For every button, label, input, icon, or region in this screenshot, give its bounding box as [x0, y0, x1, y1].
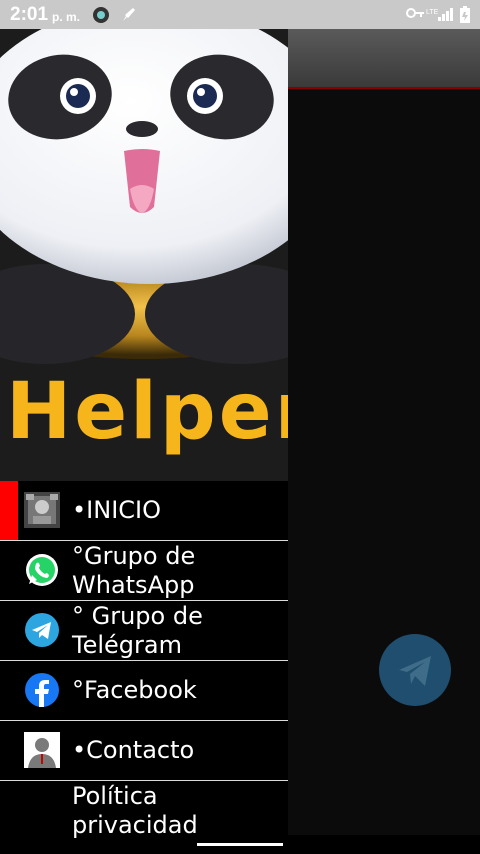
header-title: Helper	[6, 367, 288, 457]
telegram-fab[interactable]	[379, 634, 451, 706]
gesture-bar	[197, 843, 283, 846]
menu-item-label: ° Grupo de Telégram	[72, 602, 203, 659]
menu-item-politica[interactable]: Política privacidad	[0, 781, 288, 851]
svg-text:LTE: LTE	[426, 9, 439, 16]
menu-item-contacto[interactable]: •Contacto	[0, 721, 288, 781]
menu-item-label: °Facebook	[72, 676, 197, 704]
app-bottom-area	[288, 835, 480, 854]
menu-item-telegram[interactable]: ° Grupo de Telégram	[0, 601, 288, 661]
active-indicator	[0, 481, 18, 540]
drawer-header: Helper	[0, 29, 288, 481]
battery-icon	[460, 6, 470, 23]
menu-item-label: °Grupo de WhatsApp	[72, 542, 196, 599]
drawer-menu: •INICIO °Grupo de WhatsApp ° Grupo de Te…	[0, 481, 288, 851]
menu-item-inicio[interactable]: •INICIO	[0, 481, 288, 541]
menu-item-label: Política privacidad	[72, 782, 198, 839]
whatsapp-icon	[26, 554, 58, 586]
menu-item-facebook[interactable]: °Facebook	[0, 661, 288, 721]
status-bar: 2:01 p. m. LTE	[0, 0, 480, 29]
signal-icon: LTE	[426, 8, 453, 21]
menu-item-whatsapp[interactable]: °Grupo de WhatsApp	[0, 541, 288, 601]
app-toolbar	[288, 29, 480, 87]
send-icon	[399, 656, 431, 686]
rocket-icon	[123, 8, 135, 21]
facebook-icon	[25, 673, 59, 707]
home-thumbnail-icon	[24, 492, 60, 528]
menu-item-label: •INICIO	[72, 496, 161, 524]
telegram-icon	[25, 613, 59, 647]
app-content	[288, 89, 480, 835]
vpn-key-icon	[406, 8, 424, 18]
status-time: 2:01	[10, 4, 49, 25]
status-ampm: p. m.	[52, 10, 81, 24]
contact-avatar-icon	[24, 732, 60, 768]
notification-app-icon	[93, 7, 109, 23]
menu-item-label: •Contacto	[72, 736, 195, 764]
navigation-drawer: Helper •INICIO °Grupo de WhatsApp ° Grup…	[0, 29, 288, 854]
